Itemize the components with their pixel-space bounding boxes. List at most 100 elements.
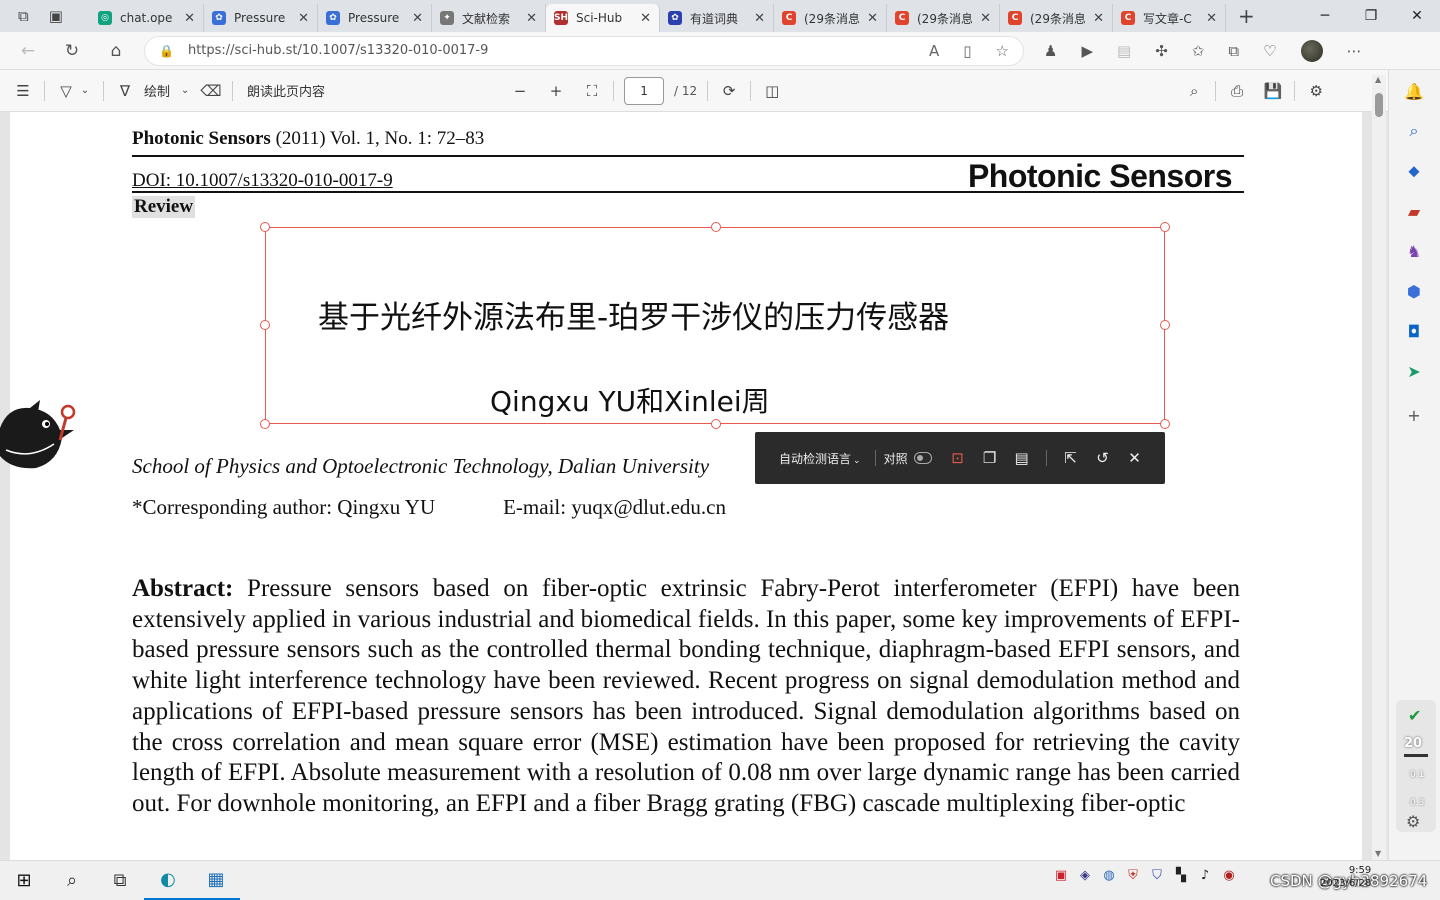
zoom-in-icon[interactable]: + bbox=[545, 82, 567, 100]
resize-handle-bottom[interactable] bbox=[711, 419, 721, 429]
browser-tab[interactable]: ✿ 有道词典 ✕ bbox=[660, 4, 774, 32]
zoom-out-icon[interactable]: − bbox=[509, 82, 531, 100]
favorite-star-icon[interactable]: ☆ bbox=[996, 42, 1009, 60]
browser-tab[interactable]: ◎ chat.ope ✕ bbox=[90, 4, 204, 32]
read-aloud-button[interactable]: 朗读此页内容 bbox=[247, 81, 325, 100]
mascot-icon[interactable] bbox=[0, 400, 80, 472]
scroll-down-icon[interactable]: ▼ bbox=[1375, 849, 1381, 858]
draw-icon[interactable]: ∇ bbox=[114, 82, 136, 100]
resize-handle-top-right[interactable] bbox=[1160, 222, 1170, 232]
games-icon[interactable]: ♞ bbox=[1403, 240, 1425, 262]
resize-handle-right[interactable] bbox=[1160, 320, 1170, 330]
resize-handle-bottom-right[interactable] bbox=[1160, 419, 1170, 429]
vertical-scrollbar[interactable]: ▲ ▼ bbox=[1372, 75, 1386, 860]
tray-cube-icon[interactable]: ◈ bbox=[1076, 868, 1094, 883]
clock[interactable]: 9:59 2023/6/28 bbox=[1320, 864, 1371, 890]
outlook-icon[interactable]: ◘ bbox=[1403, 320, 1425, 342]
add-icon[interactable]: + bbox=[1403, 404, 1425, 426]
compare-toggle[interactable] bbox=[913, 452, 932, 464]
tray-network-icon[interactable]: ◍ bbox=[1100, 868, 1118, 883]
browser-tab[interactable]: ✦ 文献检索 ✕ bbox=[432, 4, 546, 32]
lock-icon[interactable]: 🔒 bbox=[159, 44, 174, 58]
save-translation-icon[interactable]: ▤ bbox=[1006, 449, 1038, 467]
restore-icon[interactable]: ❐ bbox=[1348, 0, 1394, 32]
retranslate-icon[interactable]: ↺ bbox=[1087, 449, 1119, 467]
home-icon[interactable]: ⌂ bbox=[94, 41, 138, 61]
close-tab-icon[interactable]: ✕ bbox=[526, 11, 537, 26]
extensions-puzzle-icon[interactable]: ✣ bbox=[1155, 42, 1168, 60]
sidebar-search-icon[interactable]: ⌕ bbox=[1403, 120, 1425, 142]
profile-avatar[interactable] bbox=[1300, 39, 1323, 62]
close-tab-icon[interactable]: ✕ bbox=[298, 11, 309, 26]
start-icon[interactable]: ⊞ bbox=[0, 861, 48, 900]
contents-icon[interactable]: ☰ bbox=[12, 82, 34, 100]
briefcase-icon[interactable]: ▰ bbox=[1403, 200, 1425, 222]
close-tab-icon[interactable]: ✕ bbox=[1093, 11, 1104, 26]
translate-mode-icon[interactable]: ⊡ bbox=[942, 449, 974, 467]
chevron-down-icon[interactable]: ⌄ bbox=[170, 85, 200, 96]
search-icon[interactable]: ⌕ bbox=[1183, 82, 1205, 100]
scroll-thumb[interactable] bbox=[1375, 93, 1383, 117]
resize-handle-left[interactable] bbox=[260, 320, 270, 330]
rotate-icon[interactable]: ⟳ bbox=[718, 82, 740, 100]
close-window-icon[interactable]: ✕ bbox=[1394, 0, 1440, 32]
tray-bell-icon[interactable]: ♪ bbox=[1196, 868, 1214, 883]
settings-icon[interactable]: ⚙ bbox=[1305, 82, 1327, 100]
tray-shield-icon[interactable]: ⛨ bbox=[1124, 868, 1142, 883]
task-view-icon[interactable]: ⧉ bbox=[96, 861, 144, 900]
close-tab-icon[interactable]: ✕ bbox=[640, 11, 651, 26]
tray-chat-icon[interactable]: ◉ bbox=[1220, 868, 1238, 883]
url-field[interactable]: 🔒 https://sci-hub.st/10.1007/s13320-010-… bbox=[144, 35, 1024, 66]
browser-tab[interactable]: ✿ Pressure ✕ bbox=[318, 4, 432, 32]
scroll-up-icon[interactable]: ▲ bbox=[1375, 75, 1381, 84]
back-icon[interactable]: ← bbox=[6, 41, 50, 61]
translation-overlay[interactable]: 基于光纤外源法布里-珀罗干涉仪的压力传感器 Qingxu YU和Xinlei周 bbox=[260, 222, 1170, 429]
extension-profile-icon[interactable]: ♟ bbox=[1044, 42, 1057, 60]
minimize-icon[interactable]: ─ bbox=[1302, 0, 1348, 32]
close-tab-icon[interactable]: ✕ bbox=[412, 11, 423, 26]
browser-tab[interactable]: C 写文章-C ✕ bbox=[1113, 4, 1226, 32]
collections-icon[interactable]: ⧉ bbox=[1228, 42, 1239, 60]
tab-actions-icon[interactable]: ▣ bbox=[49, 7, 63, 25]
eraser-icon[interactable]: ⌫ bbox=[200, 82, 222, 100]
extension-doc-icon[interactable]: ▤ bbox=[1117, 42, 1131, 60]
more-menu-icon[interactable]: ⋯ bbox=[1347, 42, 1362, 60]
pin-icon[interactable]: ⇱ bbox=[1055, 449, 1087, 467]
favorites-icon[interactable]: ✩ bbox=[1192, 42, 1205, 60]
tray-app-icon[interactable]: ▣ bbox=[1052, 868, 1070, 883]
browser-tab[interactable]: C (29条消息 ✕ bbox=[774, 4, 887, 32]
print-icon[interactable]: ⎙ bbox=[1226, 82, 1248, 100]
copy-icon[interactable]: ❐ bbox=[974, 449, 1006, 467]
settings-icon[interactable]: ⚙ bbox=[1406, 812, 1420, 831]
bell-icon[interactable]: 🔔 bbox=[1403, 80, 1425, 102]
tray-security-icon[interactable]: ⛉ bbox=[1148, 868, 1166, 883]
resize-handle-bottom-left[interactable] bbox=[260, 419, 270, 429]
refresh-icon[interactable]: ↻ bbox=[50, 41, 94, 61]
browser-tab[interactable]: SH Sci-Hub ✕ bbox=[546, 4, 660, 32]
reader-mode-icon[interactable]: ▯ bbox=[963, 42, 971, 60]
close-tab-icon[interactable]: ✕ bbox=[1206, 11, 1217, 26]
page-view-icon[interactable]: ◫ bbox=[761, 82, 783, 100]
fit-page-icon[interactable]: ⛶ bbox=[581, 82, 603, 100]
security-widget[interactable]: ✔ 20 0.1 0.3 ⚙ bbox=[1396, 700, 1436, 832]
office-icon[interactable]: ⬢ bbox=[1403, 280, 1425, 302]
doi-link[interactable]: DOI: 10.1007/s13320-010-0017-9 bbox=[132, 170, 393, 192]
performance-icon[interactable]: ♡ bbox=[1263, 42, 1276, 60]
browser-tab[interactable]: ✿ Pressure ✕ bbox=[204, 4, 318, 32]
chevron-down-icon[interactable]: ⌄ bbox=[77, 85, 93, 96]
close-tab-icon[interactable]: ✕ bbox=[980, 11, 991, 26]
save-icon[interactable]: 💾 bbox=[1262, 82, 1284, 100]
draw-button[interactable]: 绘制 bbox=[144, 81, 170, 100]
browser-tab[interactable]: C (29条消息 ✕ bbox=[1000, 4, 1113, 32]
language-dropdown[interactable]: 自动检测语言 ⌄ bbox=[779, 450, 861, 467]
close-tab-icon[interactable]: ✕ bbox=[754, 11, 765, 26]
send-icon[interactable]: ➤ bbox=[1403, 360, 1425, 382]
extension-play-icon[interactable]: ▶ bbox=[1081, 42, 1093, 60]
resize-handle-top[interactable] bbox=[711, 222, 721, 232]
close-tab-icon[interactable]: ✕ bbox=[184, 11, 195, 26]
page-number-input[interactable]: 1 bbox=[624, 76, 665, 105]
new-tab-icon[interactable]: + bbox=[1238, 4, 1255, 28]
tag-icon[interactable]: ⬥ bbox=[1403, 160, 1425, 182]
close-overlay-icon[interactable]: ✕ bbox=[1119, 449, 1151, 467]
workspaces-icon[interactable]: ⧉ bbox=[18, 7, 29, 25]
